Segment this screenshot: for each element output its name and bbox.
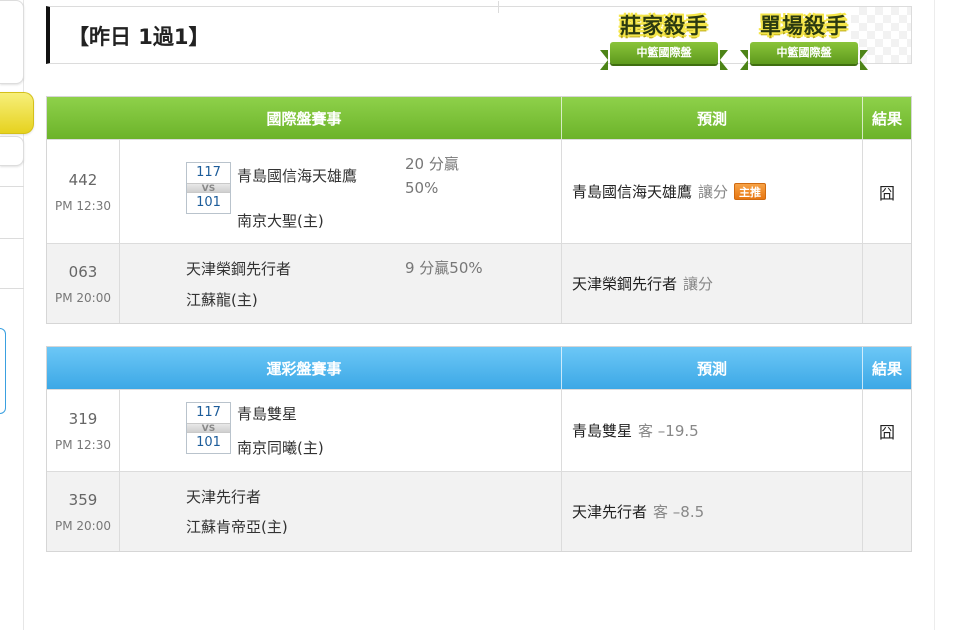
- game-number-cell: 442 PM 12:30: [47, 140, 120, 243]
- score-home: 117: [196, 405, 221, 420]
- team-name: 青島國信海天雄鷹: [237, 167, 358, 185]
- prediction-cell: 天津先行者 客 –8.5: [562, 472, 863, 551]
- table-row: 063 PM 20:00 天津榮鋼先行者 江蘇龍(主) 9 分贏50% 天津榮鋼…: [47, 243, 911, 323]
- prediction-type: 客 –8.5: [653, 503, 705, 521]
- game-number-cell: 063 PM 20:00: [47, 244, 120, 323]
- score-box: 117 VS 101: [186, 162, 231, 214]
- prediction-type: 讓分: [683, 275, 714, 293]
- team-name-home: 南京同曦(主): [237, 439, 324, 457]
- header-result: 結果: [871, 109, 902, 128]
- odds-text: 9 分贏50%: [405, 259, 483, 277]
- header-prediction: 預測: [562, 97, 863, 139]
- score-box: 117 VS 101: [186, 402, 231, 454]
- side-tab[interactable]: [0, 136, 24, 166]
- game-time: PM 12:30: [55, 198, 111, 213]
- divider: [0, 288, 24, 289]
- game-number: 063: [68, 262, 98, 281]
- prediction-cell: 青島國信海天雄鷹 讓分 主推: [562, 140, 863, 243]
- side-tab-active[interactable]: [0, 92, 34, 134]
- international-table: 國際盤賽事 預測 結果 442 PM 12:30 117 VS 101 青島國信…: [46, 96, 912, 324]
- result-cell: [863, 244, 911, 323]
- prediction-type: 客 –19.5: [638, 422, 699, 440]
- team-name-home: 江蘇肯帝亞(主): [186, 518, 288, 536]
- single-killer-badge[interactable]: 單場殺手 中籃國際盤: [740, 6, 868, 78]
- team-name: 青島雙星: [237, 405, 298, 423]
- divider: [498, 1, 499, 13]
- badge-title: 單場殺手: [760, 14, 848, 38]
- table-row: 319 PM 12:30 117 VS 101 青島雙星 南京同曦(主) 青島雙…: [47, 389, 911, 471]
- table-header: 國際盤賽事 預測 結果: [47, 97, 911, 139]
- score-away: 101: [196, 435, 221, 450]
- side-tab[interactable]: [0, 0, 24, 84]
- badge-ribbon: 中籃國際盤: [600, 42, 728, 70]
- divider: [0, 238, 24, 239]
- game-number: 442: [68, 170, 98, 189]
- prediction-cell: 天津榮鋼先行者 讓分: [562, 244, 863, 323]
- header-result: 結果: [871, 359, 902, 378]
- game-number-cell: 359 PM 20:00: [47, 472, 120, 551]
- game-time: PM 12:30: [55, 437, 111, 452]
- result-cell: 囧: [878, 183, 895, 203]
- prediction-cell: 青島雙星 客 –19.5: [562, 390, 863, 471]
- game-number-cell: 319 PM 12:30: [47, 390, 120, 471]
- prediction-team: 青島雙星: [572, 422, 633, 440]
- banker-killer-badge[interactable]: 莊家殺手 中籃國際盤: [600, 6, 728, 78]
- game-number: 359: [68, 490, 98, 509]
- divider: [0, 186, 24, 187]
- team-name: 天津榮鋼先行者: [186, 260, 292, 278]
- lottery-table: 運彩盤賽事 預測 結果 319 PM 12:30 117 VS 101 青島雙星…: [46, 346, 912, 552]
- table-row: 442 PM 12:30 117 VS 101 青島國信海天雄鷹 南京大聖(主)…: [47, 139, 911, 243]
- score-away: 101: [196, 195, 221, 210]
- result-cell: 囧: [878, 422, 895, 442]
- header-event: 國際盤賽事: [47, 97, 562, 139]
- page: 【昨日 1過1】 莊家殺手 中籃國際盤 單場殺手 中籃國際盤 國際盤賽事 預測 …: [0, 0, 957, 630]
- match-cell: 117 VS 101 青島雙星 南京同曦(主): [120, 390, 562, 471]
- prediction-type: 讓分: [698, 183, 729, 201]
- team-name-home: 江蘇龍(主): [186, 291, 258, 309]
- match-cell: 117 VS 101 青島國信海天雄鷹 南京大聖(主) 20 分贏 50%: [120, 140, 562, 243]
- vs-label: VS: [187, 423, 230, 434]
- side-panel-edge: [0, 328, 6, 414]
- game-number: 319: [68, 409, 98, 428]
- prediction-team: 天津榮鋼先行者: [572, 275, 678, 293]
- header-prediction: 預測: [562, 347, 863, 389]
- odds-line: 20 分贏 50%: [405, 152, 459, 200]
- recommend-badge: 主推: [734, 183, 767, 200]
- odds-text: 20 分贏: [405, 155, 459, 173]
- score-home: 117: [196, 165, 221, 180]
- badge-ribbon: 中籃國際盤: [740, 42, 868, 70]
- header-event: 運彩盤賽事: [47, 347, 562, 389]
- team-name-home: 南京大聖(主): [237, 212, 324, 230]
- vs-label: VS: [187, 183, 230, 194]
- match-cell: 天津先行者 江蘇肯帝亞(主): [120, 472, 562, 551]
- table-header: 運彩盤賽事 預測 結果: [47, 347, 911, 389]
- divider: [934, 0, 935, 630]
- prediction-team: 青島國信海天雄鷹: [572, 183, 693, 201]
- game-time: PM 20:00: [55, 290, 111, 305]
- odds-text: 50%: [405, 179, 439, 197]
- match-cell: 天津榮鋼先行者 江蘇龍(主) 9 分贏50%: [120, 244, 562, 323]
- page-title: 【昨日 1過1】: [68, 25, 210, 49]
- badge-title: 莊家殺手: [620, 14, 708, 38]
- result-cell: [863, 472, 911, 551]
- table-row: 359 PM 20:00 天津先行者 江蘇肯帝亞(主) 天津先行者 客 –8.5: [47, 471, 911, 551]
- team-name: 天津先行者: [186, 488, 262, 506]
- game-time: PM 20:00: [55, 518, 111, 533]
- prediction-team: 天津先行者: [572, 503, 648, 521]
